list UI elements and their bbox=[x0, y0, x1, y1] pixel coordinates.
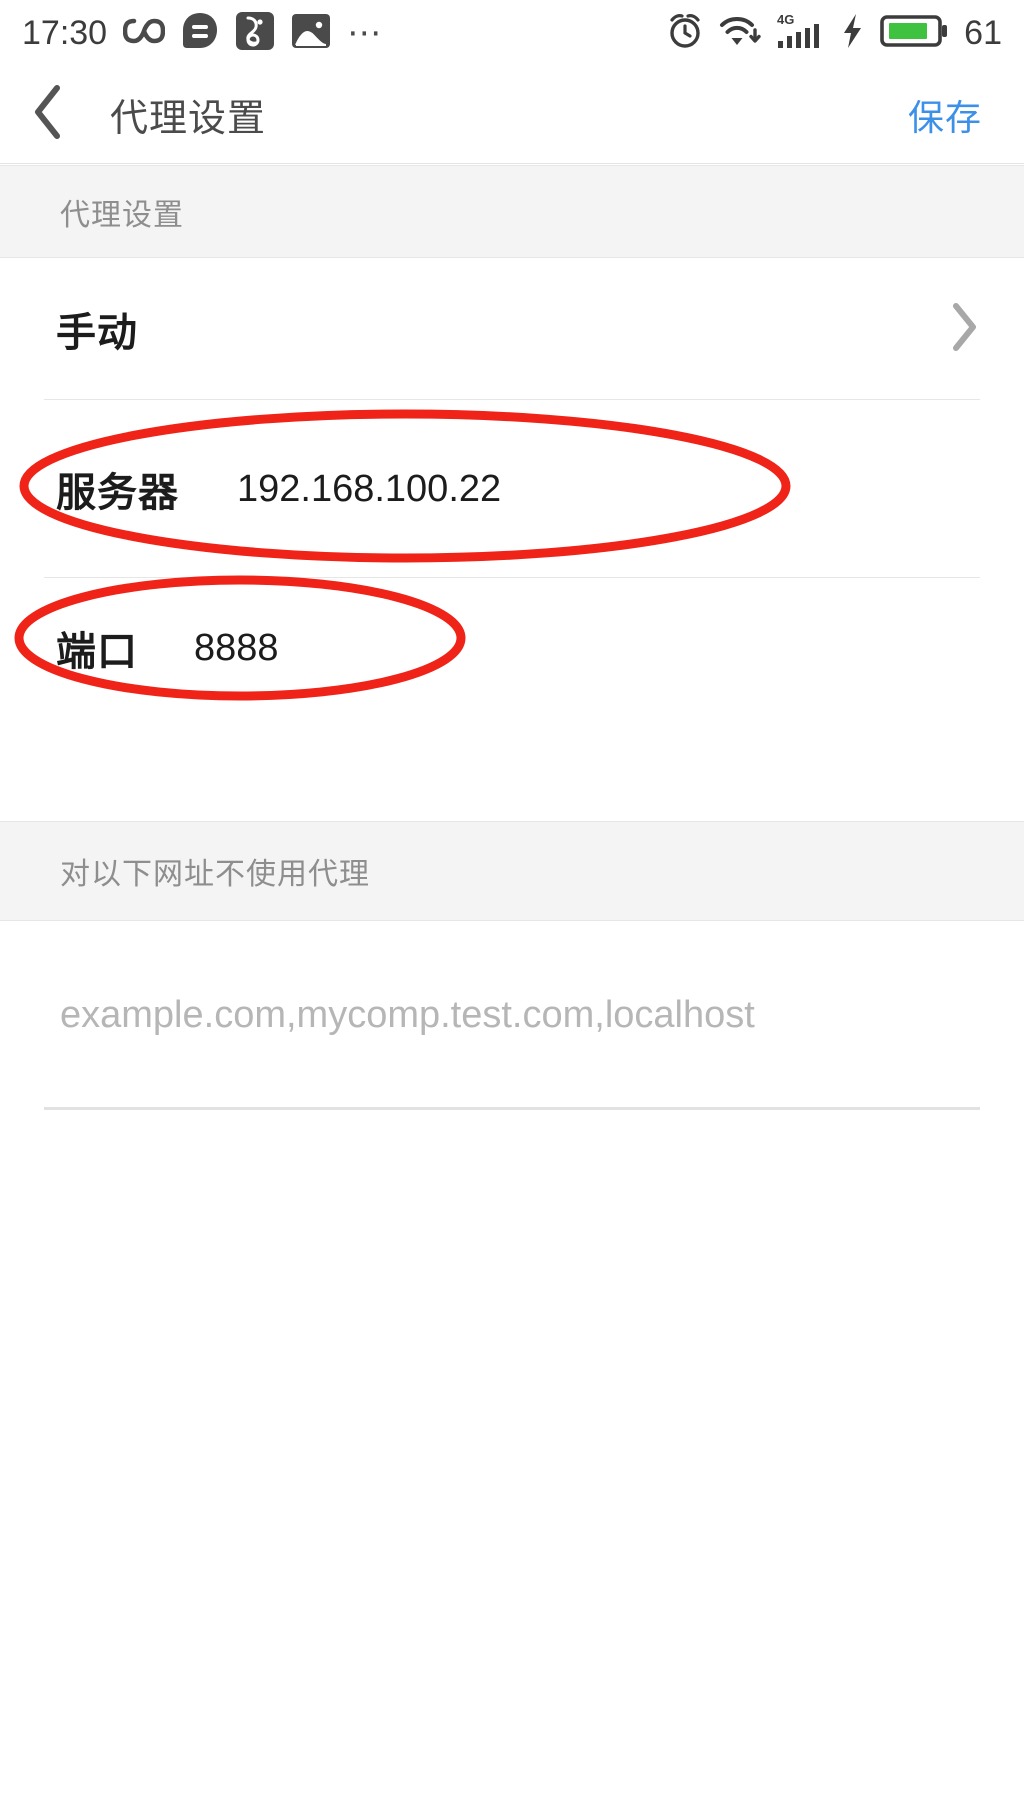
save-button[interactable]: 保存 bbox=[908, 89, 982, 141]
row-proxy-port-value[interactable]: 8888 bbox=[194, 627, 279, 670]
section-header-proxy: 代理设置 bbox=[0, 165, 1024, 258]
status-bar: 17:30 ⋯ 4G 61 bbox=[0, 0, 1024, 66]
charging-bolt-icon bbox=[840, 12, 866, 55]
row-proxy-server[interactable]: 服务器 192.168.100.22 bbox=[0, 400, 1024, 578]
gallery-icon bbox=[291, 12, 331, 55]
row-proxy-mode-label: 手动 bbox=[56, 311, 138, 355]
bypass-input-underline bbox=[44, 1107, 980, 1110]
section-header-proxy-label: 代理设置 bbox=[60, 198, 184, 232]
signal-4g-icon: 4G bbox=[776, 11, 826, 56]
uc-browser-icon bbox=[235, 11, 275, 56]
row-proxy-server-label: 服务器 bbox=[56, 471, 179, 515]
infinity-icon bbox=[122, 14, 166, 53]
page-title: 代理设置 bbox=[110, 98, 267, 140]
bypass-list-placeholder: example.com,mycomp.test.com,localhost bbox=[60, 993, 755, 1036]
message-icon bbox=[181, 11, 219, 56]
row-proxy-mode[interactable]: 手动 bbox=[0, 259, 1024, 399]
back-button[interactable] bbox=[0, 66, 96, 164]
row-proxy-server-value[interactable]: 192.168.100.22 bbox=[237, 468, 501, 511]
app-header: 代理设置 保存 bbox=[0, 66, 1024, 164]
status-bar-right: 4G 61 bbox=[666, 11, 1024, 56]
more-dots-icon: ⋯ bbox=[347, 14, 385, 52]
battery-percent-label: 61 bbox=[964, 13, 1002, 52]
phone-screen: 17:30 ⋯ 4G 61 代理设置 保存 代理设置 手动 服务器 192.16… bbox=[0, 0, 1024, 1820]
section-header-bypass: 对以下网址不使用代理 bbox=[0, 821, 1024, 921]
chevron-left-icon bbox=[31, 84, 65, 145]
wifi-download-icon bbox=[718, 12, 762, 55]
alarm-clock-icon bbox=[666, 11, 704, 56]
row-proxy-port[interactable]: 端口 8888 bbox=[0, 578, 1024, 718]
status-bar-left: 17:30 ⋯ bbox=[0, 11, 384, 56]
section-header-bypass-label: 对以下网址不使用代理 bbox=[60, 858, 370, 891]
status-bar-clock: 17:30 bbox=[22, 13, 108, 52]
chevron-right-icon bbox=[950, 302, 980, 357]
battery-icon bbox=[880, 13, 948, 54]
svg-text:4G: 4G bbox=[777, 12, 794, 27]
bypass-list-input[interactable]: example.com,mycomp.test.com,localhost bbox=[0, 921, 1024, 1109]
row-proxy-port-label: 端口 bbox=[56, 630, 138, 674]
